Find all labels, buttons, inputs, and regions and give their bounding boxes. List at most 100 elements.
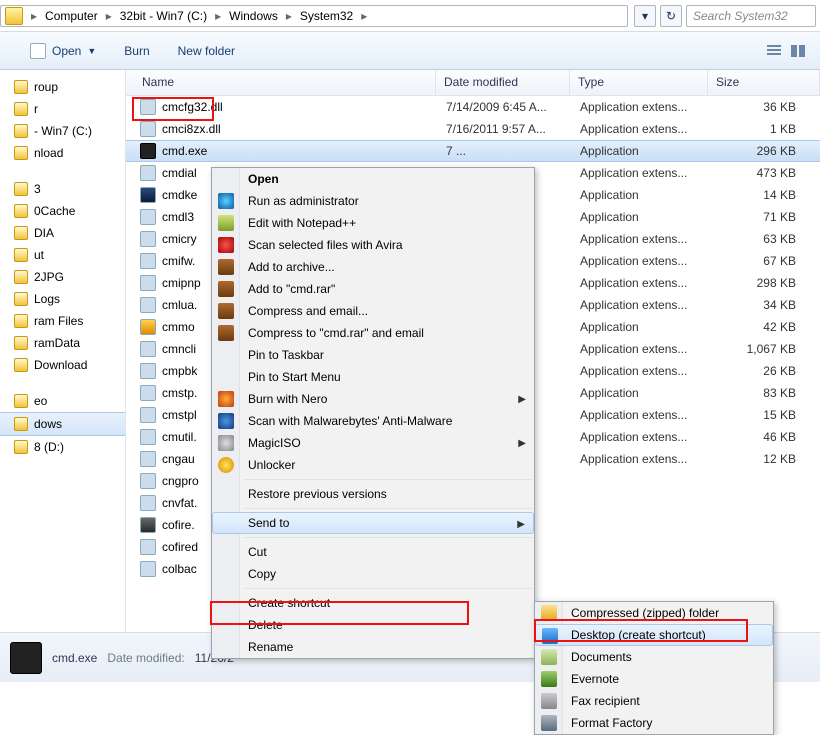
sidebar-item[interactable]: ut: [0, 244, 125, 266]
file-icon: [140, 539, 156, 555]
sidebar-item[interactable]: Download: [0, 354, 125, 376]
history-dropdown[interactable]: ▾: [634, 5, 656, 27]
sidebar-item[interactable]: roup: [0, 76, 125, 98]
table-row[interactable]: cmcfg32.dll7/14/2009 6:45 A...Applicatio…: [126, 96, 820, 118]
sidebar-item-label: eo: [34, 394, 47, 408]
sidebar-item-label: dows: [34, 417, 62, 431]
file-type: Application extens...: [580, 364, 718, 378]
menu-magiciso[interactable]: MagicISO▶: [212, 432, 534, 454]
sendto-documents[interactable]: Documents: [535, 646, 773, 668]
sidebar-item[interactable]: nload: [0, 142, 125, 164]
table-row[interactable]: cmd.exe7 ...Application296 KB: [126, 140, 820, 162]
search-input[interactable]: Search System32: [686, 5, 816, 27]
chevron-down-icon[interactable]: ▼: [87, 46, 96, 56]
view-details-icon[interactable]: [764, 42, 784, 60]
menu-add-cmdrar[interactable]: Add to "cmd.rar": [212, 278, 534, 300]
file-type: Application: [580, 210, 718, 224]
file-type: Application extens...: [580, 430, 718, 444]
sendto-zip[interactable]: Compressed (zipped) folder: [535, 602, 773, 624]
burn-button[interactable]: Burn: [124, 44, 149, 58]
col-size[interactable]: Size: [708, 70, 820, 95]
sidebar-item[interactable]: r: [0, 98, 125, 120]
winrar-icon: [218, 325, 234, 341]
file-size: 46 KB: [718, 430, 820, 444]
menu-add-archive[interactable]: Add to archive...: [212, 256, 534, 278]
menu-restore-versions[interactable]: Restore previous versions: [212, 483, 534, 505]
menu-compress-email[interactable]: Compress and email...: [212, 300, 534, 322]
sidebar-item[interactable]: 3: [0, 178, 125, 200]
menu-rename[interactable]: Rename: [212, 636, 534, 658]
col-name[interactable]: Name: [126, 70, 436, 95]
crumb-system32[interactable]: System32: [296, 9, 357, 23]
view-preview-icon[interactable]: [788, 42, 808, 60]
breadcrumb[interactable]: ▸ Computer ▸ 32bit - Win7 (C:) ▸ Windows…: [0, 5, 628, 27]
sidebar-item[interactable]: eo: [0, 390, 125, 412]
sidebar-item[interactable]: - Win7 (C:): [0, 120, 125, 142]
folder-icon: [14, 358, 28, 372]
crumb-drive[interactable]: 32bit - Win7 (C:): [116, 9, 211, 23]
sendto-fax[interactable]: Fax recipient: [535, 690, 773, 712]
sidebar-item[interactable]: DIA: [0, 222, 125, 244]
sidebar-item[interactable]: 2JPG: [0, 266, 125, 288]
file-size: 34 KB: [718, 298, 820, 312]
col-date[interactable]: Date modified: [436, 70, 570, 95]
new-folder-button[interactable]: New folder: [178, 44, 235, 58]
menu-cut[interactable]: Cut: [212, 541, 534, 563]
menu-delete[interactable]: Delete: [212, 614, 534, 636]
sidebar-item[interactable]: ramData: [0, 332, 125, 354]
chevron-right-icon[interactable]: ▸: [357, 9, 371, 23]
file-size: 15 KB: [718, 408, 820, 422]
sendto-formatfactory[interactable]: Format Factory: [535, 712, 773, 734]
folder-icon: [14, 417, 28, 431]
sidebar-item[interactable]: 0Cache: [0, 200, 125, 222]
crumb-windows[interactable]: Windows: [225, 9, 282, 23]
menu-send-to[interactable]: Send to▶: [212, 512, 534, 534]
menu-unlocker[interactable]: Unlocker: [212, 454, 534, 476]
file-type: Application extens...: [580, 122, 718, 136]
chevron-right-icon[interactable]: ▸: [282, 9, 296, 23]
file-size: 63 KB: [718, 232, 820, 246]
menu-run-as-admin[interactable]: Run as administrator: [212, 190, 534, 212]
file-icon: [140, 121, 156, 137]
menu-scan-mbam[interactable]: Scan with Malwarebytes' Anti-Malware: [212, 410, 534, 432]
crumb-computer[interactable]: Computer: [41, 9, 102, 23]
shield-icon: [218, 193, 234, 209]
menu-pin-startmenu[interactable]: Pin to Start Menu: [212, 366, 534, 388]
file-type: Application extens...: [580, 298, 718, 312]
file-type: Application extens...: [580, 232, 718, 246]
menu-compress-cmd-email[interactable]: Compress to "cmd.rar" and email: [212, 322, 534, 344]
sidebar-item-label: - Win7 (C:): [34, 124, 92, 138]
new-folder-label: New folder: [178, 44, 235, 58]
sidebar-item[interactable]: Logs: [0, 288, 125, 310]
folder-icon: [14, 146, 28, 160]
folder-icon: [14, 270, 28, 284]
chevron-right-icon[interactable]: ▸: [211, 9, 225, 23]
menu-scan-avira[interactable]: Scan selected files with Avira: [212, 234, 534, 256]
file-type: Application extens...: [580, 166, 718, 180]
menu-pin-taskbar[interactable]: Pin to Taskbar: [212, 344, 534, 366]
file-icon: [140, 165, 156, 181]
chevron-right-icon[interactable]: ▸: [27, 9, 41, 23]
folder-icon: [14, 226, 28, 240]
menu-create-shortcut[interactable]: Create shortcut: [212, 592, 534, 614]
sidebar-item[interactable]: dows: [0, 412, 125, 436]
file-icon: [140, 297, 156, 313]
menu-edit-notepadpp[interactable]: Edit with Notepad++: [212, 212, 534, 234]
sidebar-item[interactable]: 8 (D:): [0, 436, 125, 458]
col-type[interactable]: Type: [570, 70, 708, 95]
sendto-evernote[interactable]: Evernote: [535, 668, 773, 690]
file-icon: [140, 363, 156, 379]
file-name: cmci8zx.dll: [162, 122, 446, 136]
refresh-button[interactable]: ↻: [660, 5, 682, 27]
menu-separator: [244, 508, 532, 509]
chevron-right-icon[interactable]: ▸: [102, 9, 116, 23]
sendto-desktop[interactable]: Desktop (create shortcut): [535, 624, 773, 646]
menu-open[interactable]: Open: [212, 168, 534, 190]
table-row[interactable]: cmci8zx.dll7/16/2011 9:57 A...Applicatio…: [126, 118, 820, 140]
file-type: Application: [580, 386, 718, 400]
file-type: Application extens...: [580, 100, 718, 114]
menu-copy[interactable]: Copy: [212, 563, 534, 585]
open-button[interactable]: Open ▼: [30, 43, 96, 59]
sidebar-item[interactable]: ram Files: [0, 310, 125, 332]
menu-burn-nero[interactable]: Burn with Nero▶: [212, 388, 534, 410]
